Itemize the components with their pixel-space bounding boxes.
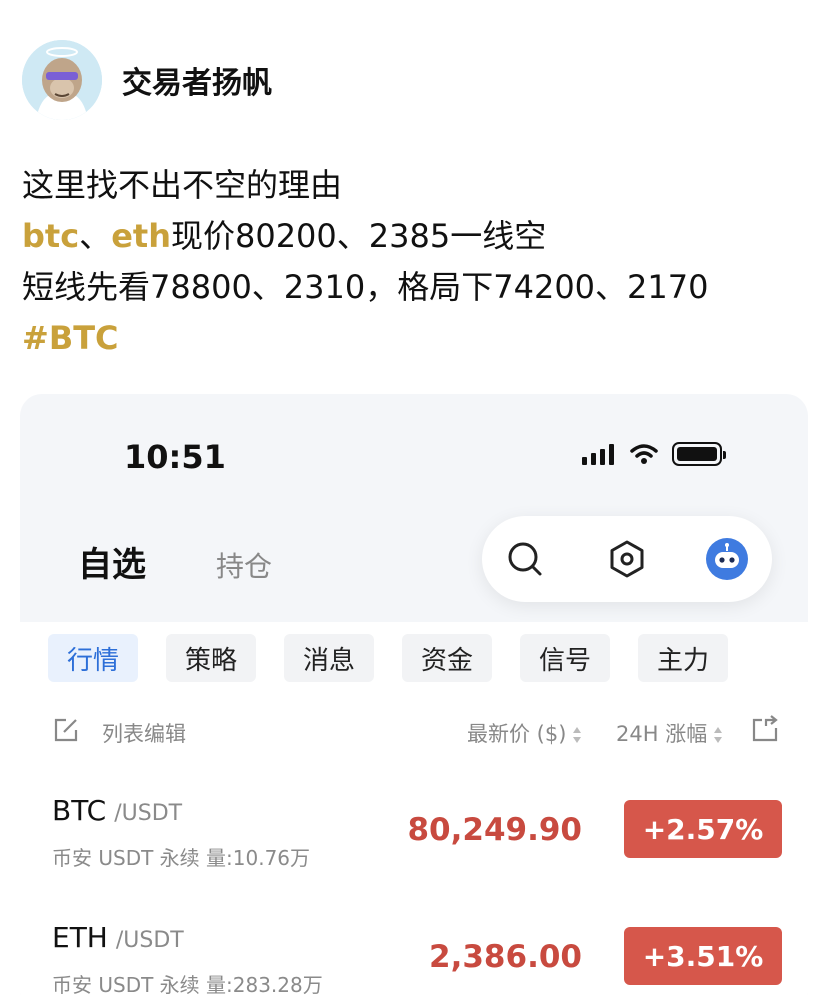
category-tab-strategy[interactable]: 策略 [166,634,256,682]
author-name[interactable]: 交易者扬帆 [122,58,272,102]
tab-positions[interactable]: 持仓 [216,545,272,585]
row-subtitle: 币安 USDT 永续 量:10.76万 [52,846,311,870]
change-header-label: 24H 涨幅 [616,722,708,746]
row-symbol: BTC/USDT [52,794,182,827]
signal-icon [582,443,614,465]
post-line-2: btc、eth现价80200、2385一线空 [22,211,812,262]
table-row[interactable]: BTC/USDT 币安 USDT 永续 量:10.76万 80,249.90 +… [52,794,782,894]
category-tab-funds[interactable]: 资金 [402,634,492,682]
sort-icon [714,727,723,743]
symbol-pair: /USDT [115,928,184,953]
row-subtitle: 币安 USDT 永续 量:283.28万 [52,973,323,995]
post-line-1: 这里找不出不空的理由 [22,166,343,204]
battery-icon [672,442,726,466]
symbol-pair: /USDT [114,801,183,826]
list-header: 列表编辑 最新价 ($) 24H 涨幅 [52,712,782,752]
separator: 、 [79,217,112,255]
embedded-screenshot[interactable]: 10:51 自选 持仓 行情 策略 消息 资金 信号 主力 列表编辑 最新价 (… [20,394,808,995]
category-tab-market[interactable]: 行情 [48,634,138,682]
change-badge[interactable]: +3.51% [624,927,782,985]
tag-btc[interactable]: btc [22,217,79,255]
share-icon[interactable] [750,714,780,744]
post-body: 这里找不出不空的理由 btc、eth现价80200、2385一线空 短线先看78… [22,160,812,364]
sort-icon [573,727,582,743]
category-tab-signals[interactable]: 信号 [520,634,610,682]
author-avatar[interactable] [22,40,102,120]
category-tabs: 行情 策略 消息 资金 信号 主力 [48,634,728,682]
action-pill [482,516,772,602]
tab-watchlist[interactable]: 自选 [78,537,146,586]
change-badge[interactable]: +2.57% [624,800,782,858]
table-row[interactable]: ETH/USDT 币安 USDT 永续 量:283.28万 2,386.00 +… [52,921,782,995]
top-tabs: 自选 持仓 [78,537,272,586]
edit-list-label[interactable]: 列表编辑 [102,718,186,748]
tag-eth[interactable]: eth [111,217,171,255]
edit-list-icon[interactable] [52,716,80,744]
hashtag-btc[interactable]: #BTC [22,313,812,364]
wifi-icon [630,444,658,464]
post-line-2-rest: 现价80200、2385一线空 [170,217,547,255]
price-column-header[interactable]: 最新价 ($) [467,718,582,748]
symbol-name: BTC [52,794,107,827]
symbol-name: ETH [52,921,108,954]
change-column-header[interactable]: 24H 涨幅 [616,718,723,748]
search-icon[interactable] [502,536,548,582]
hexagon-settings-icon[interactable] [604,536,650,582]
ape-avatar-icon [22,40,102,120]
post-line-3: 短线先看78800、2310，格局下74200、2170 [22,268,709,306]
row-price: 2,386.00 [429,939,582,975]
status-time: 10:51 [124,438,226,476]
price-header-label: 最新价 ($) [467,722,567,746]
row-symbol: ETH/USDT [52,921,184,954]
category-tab-whales[interactable]: 主力 [638,634,728,682]
category-tab-news[interactable]: 消息 [284,634,374,682]
robot-assistant-icon[interactable] [704,536,750,582]
post-header: 交易者扬帆 [22,40,272,120]
row-price: 80,249.90 [407,812,582,848]
status-icons [582,442,726,466]
